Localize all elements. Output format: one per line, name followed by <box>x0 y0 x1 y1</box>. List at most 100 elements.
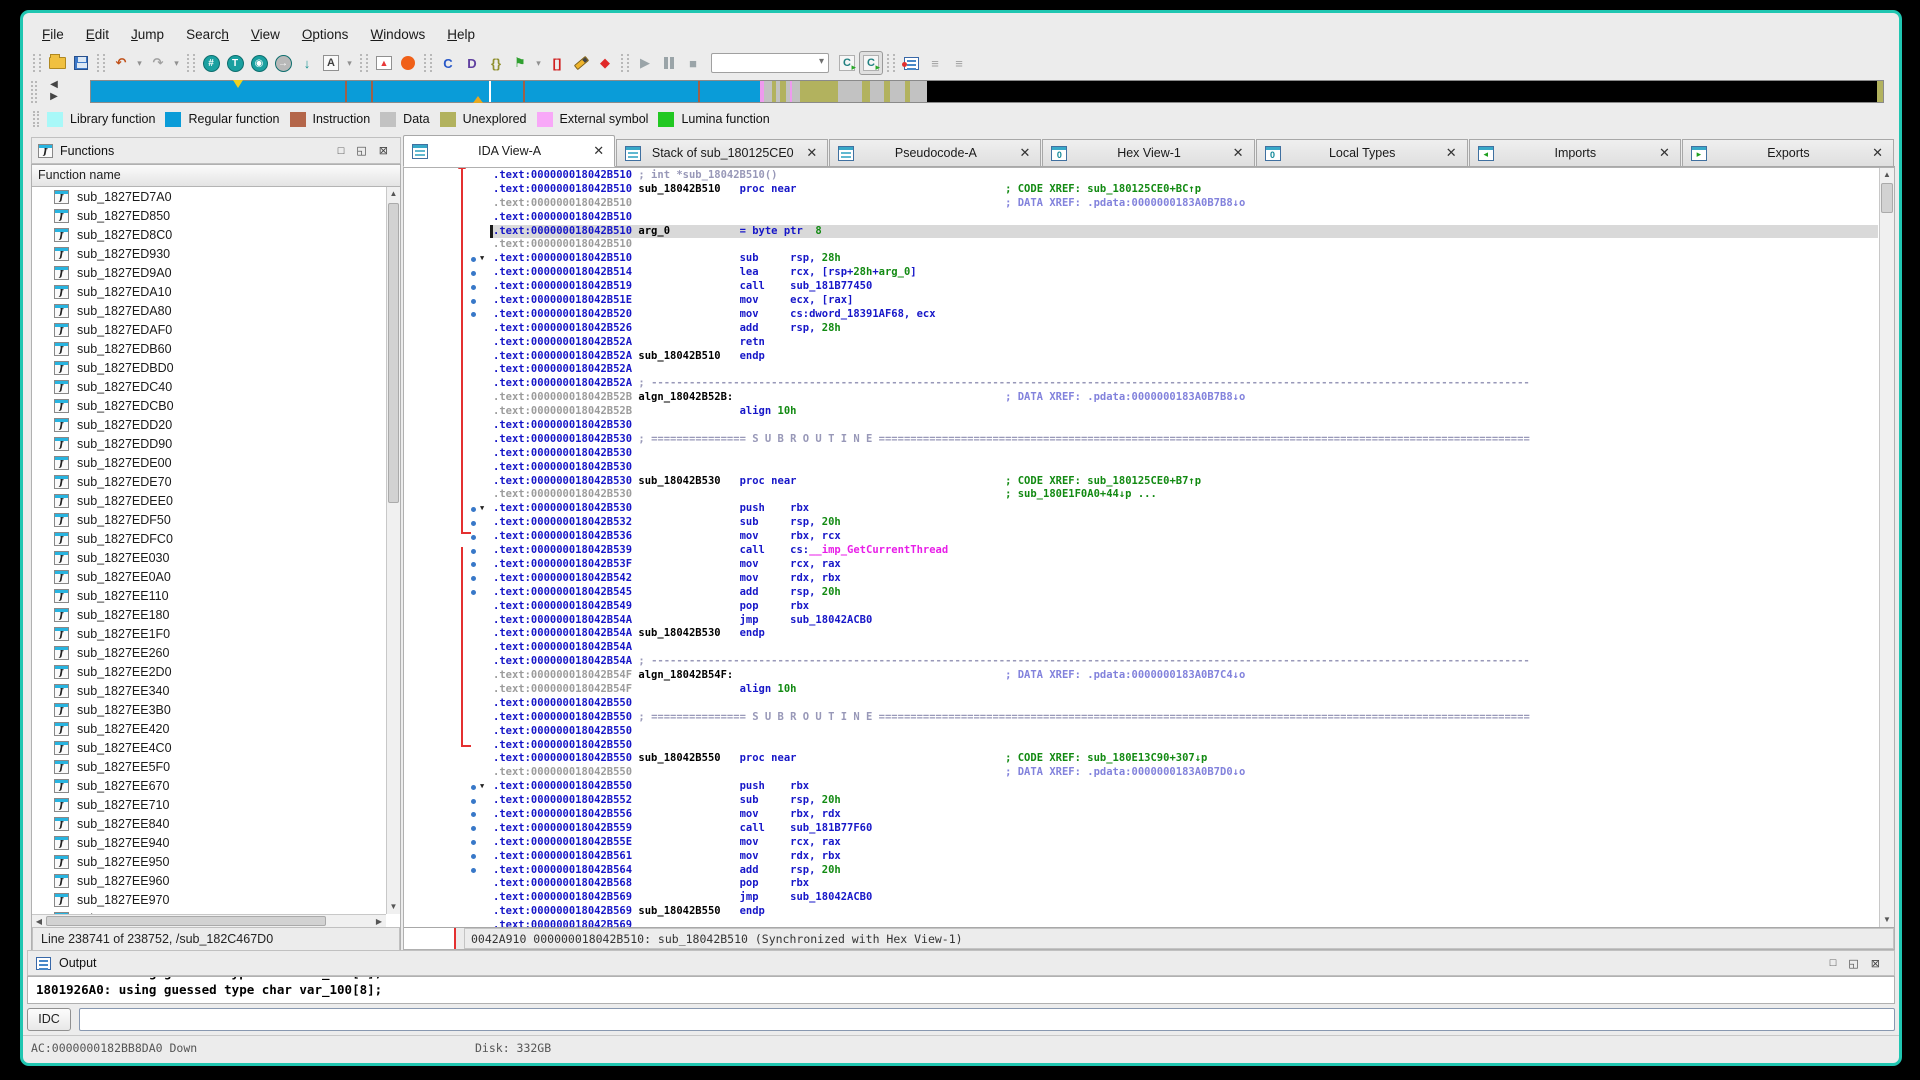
disasm-line[interactable]: .text:000000018042B530 ; sub_180E1F0A0+4… <box>493 488 1878 502</box>
scroll-down-icon[interactable]: ▼ <box>387 900 400 914</box>
band-segment[interactable] <box>927 81 1877 102</box>
disasm-line[interactable]: .text:000000018042B54A sub_18042B530 end… <box>493 627 1878 641</box>
menu-options[interactable]: Options <box>291 24 360 45</box>
jump-address-button-icon[interactable]: → <box>271 51 295 75</box>
function-list-item[interactable]: fsub_1827ED8C0 <box>32 225 386 244</box>
disasm-line[interactable]: .text:000000018042B568 pop rbx <box>493 877 1878 891</box>
band-segment[interactable] <box>764 81 772 102</box>
function-list-item[interactable]: fsub_1827ED850 <box>32 206 386 225</box>
disasm-line[interactable]: .text:000000018042B52B algn_18042B52B: ;… <box>493 391 1878 405</box>
disasm-line[interactable]: .text:000000018042B54A ; ---------------… <box>493 655 1878 669</box>
jump-forward-dropdown-icon[interactable]: ▾ <box>170 51 183 75</box>
start-process-button-icon[interactable]: ▶ <box>633 51 657 75</box>
band-segment[interactable] <box>838 81 862 102</box>
disasm-line[interactable]: .text:000000018042B549 pop rbx <box>493 600 1878 614</box>
disasm-line[interactable]: .text:000000018042B54A jmp sub_18042ACB0 <box>493 614 1878 628</box>
band-segment[interactable] <box>890 81 905 102</box>
output-maximize-button[interactable]: □ <box>1824 957 1843 969</box>
step-into-button-icon[interactable]: C <box>835 51 859 75</box>
tab-imports[interactable]: ◂Imports✕ <box>1469 139 1681 167</box>
disasm-line[interactable]: ▼.text:000000018042B530 push rbx <box>493 502 1878 516</box>
menu-view[interactable]: View <box>240 24 291 45</box>
function-list-item[interactable]: fsub_1827EE670 <box>32 776 386 795</box>
band-segment[interactable] <box>91 81 760 102</box>
function-list-item[interactable]: fsub_1827EE3B0 <box>32 700 386 719</box>
function-list-item[interactable]: fsub_1827EE5F0 <box>32 757 386 776</box>
functions-close-button[interactable]: ⊠ <box>373 144 394 157</box>
functions-maximize-button[interactable]: □ <box>332 145 351 157</box>
disasm-line[interactable]: .text:000000018042B52B align 10h <box>493 405 1878 419</box>
function-list-item[interactable]: fsub_1827EDCB0 <box>32 396 386 415</box>
trace-list-button-icon[interactable]: ≡ <box>923 51 947 75</box>
function-list-item[interactable]: fsub_1827EDD90 <box>32 434 386 453</box>
record-button-icon[interactable] <box>396 51 420 75</box>
edit-pencil-button-icon[interactable] <box>569 51 593 75</box>
step-over-button-icon[interactable]: C <box>859 51 883 75</box>
tab-close-icon[interactable]: ✕ <box>1444 145 1459 161</box>
disasm-line[interactable]: .text:000000018042B514 lea rcx, [rsp+28h… <box>493 266 1878 280</box>
function-list-item[interactable]: fsub_1827EDE00 <box>32 453 386 472</box>
disasm-line[interactable]: .text:000000018042B569 sub_18042B550 end… <box>493 905 1878 919</box>
output-titlebar[interactable]: Output □ ◱ ⊠ <box>27 950 1895 976</box>
disasm-line[interactable]: .text:000000018042B510 arg_0 = byte ptr … <box>493 225 1878 239</box>
braces-button-icon[interactable]: {} <box>484 51 508 75</box>
function-list-item[interactable]: fsub_1827EE030 <box>32 548 386 567</box>
tab-close-icon[interactable]: ✕ <box>804 145 819 161</box>
functions-vertical-scrollbar[interactable]: ▲ ▼ <box>386 187 400 914</box>
tab-close-icon[interactable]: ✕ <box>1870 145 1885 161</box>
function-list-item[interactable]: fsub_1827EE1F0 <box>32 624 386 643</box>
disasm-line[interactable]: .text:000000018042B550 <box>493 739 1878 753</box>
output-window-button-icon[interactable] <box>899 51 923 75</box>
disasm-line[interactable]: .text:000000018042B520 mov cs:dword_1839… <box>493 308 1878 322</box>
disasm-line[interactable]: .text:000000018042B532 sub rsp, 20h <box>493 516 1878 530</box>
disasm-line[interactable]: .text:000000018042B55E mov rcx, rax <box>493 836 1878 850</box>
ascii-button-icon[interactable]: A <box>319 51 343 75</box>
tab-hex-view-1[interactable]: 0Hex View-1✕ <box>1042 139 1254 167</box>
disasm-line[interactable]: .text:000000018042B510 ; int *sub_18042B… <box>493 169 1878 183</box>
navband-toggle-button-icon[interactable]: ▲ <box>372 51 396 75</box>
output-close-button[interactable]: ⊠ <box>1865 957 1886 970</box>
disasm-line[interactable]: .text:000000018042B550 <box>493 725 1878 739</box>
functions-float-button[interactable]: ◱ <box>350 144 372 157</box>
disasm-line[interactable]: .text:000000018042B556 mov rbx, rdx <box>493 808 1878 822</box>
disasm-line[interactable]: .text:000000018042B530 ; ===============… <box>493 433 1878 447</box>
pause-process-button-icon[interactable] <box>657 51 681 75</box>
function-list-item[interactable]: fsub_1827EE260 <box>32 643 386 662</box>
menu-jump[interactable]: Jump <box>120 24 175 45</box>
disasm-line[interactable]: .text:000000018042B550 sub_18042B550 pro… <box>493 752 1878 766</box>
scroll-down-icon[interactable]: ▼ <box>1880 913 1894 927</box>
trace-insn-button-icon[interactable]: ≡ <box>947 51 971 75</box>
function-list-item[interactable]: fsub_1827ED9A0 <box>32 263 386 282</box>
navband-grip-icon[interactable] <box>31 81 37 103</box>
function-list-item[interactable]: fsub_1827EE970 <box>32 890 386 909</box>
disasm-line[interactable]: .text:000000018042B530 sub_18042B530 pro… <box>493 475 1878 489</box>
flag-dropdown-icon[interactable]: ▾ <box>532 51 545 75</box>
functions-scrollbar-thumb[interactable] <box>388 203 399 503</box>
disasm-line[interactable]: .text:000000018042B54F align 10h <box>493 683 1878 697</box>
disasm-line[interactable]: .text:000000018042B539 call cs:__imp_Get… <box>493 544 1878 558</box>
function-list-item[interactable]: fsub_1827EDBD0 <box>32 358 386 377</box>
disasm-line[interactable]: .text:000000018042B530 <box>493 461 1878 475</box>
disasm-line[interactable]: .text:000000018042B552 sub rsp, 20h <box>493 794 1878 808</box>
disassembly-listing[interactable]: .text:000000018042B510 ; int *sub_18042B… <box>493 169 1878 927</box>
function-list-item[interactable]: fsub_1827ED930 <box>32 244 386 263</box>
function-list-item[interactable]: fsub_1827EE960 <box>32 871 386 890</box>
disasm-line[interactable]: .text:000000018042B550 ; ===============… <box>493 711 1878 725</box>
disasm-line[interactable]: .text:000000018042B519 call sub_181B7745… <box>493 280 1878 294</box>
function-list-item[interactable]: fsub_1827EDAF0 <box>32 320 386 339</box>
navband-scroll-right-button[interactable]: ▶ <box>45 91 63 103</box>
function-list-item[interactable]: fsub_1827EDE70 <box>32 472 386 491</box>
band-segment[interactable] <box>910 81 927 102</box>
function-list-item[interactable]: fsub_1827EDA80 <box>32 301 386 320</box>
disasm-line[interactable]: .text:000000018042B550 ; DATA XREF: .pda… <box>493 766 1878 780</box>
disasm-line[interactable]: .text:000000018042B52A <box>493 363 1878 377</box>
tab-stack-of-sub-180125ce0[interactable]: Stack of sub_180125CE0✕ <box>616 139 828 167</box>
menu-windows[interactable]: Windows <box>359 24 436 45</box>
function-list-item[interactable]: fsub_1827EDFC0 <box>32 529 386 548</box>
disasm-line[interactable]: .text:000000018042B54F algn_18042B54F: ;… <box>493 669 1878 683</box>
disasm-line[interactable]: .text:000000018042B510 ; DATA XREF: .pda… <box>493 197 1878 211</box>
fold-triangle-icon[interactable]: ▼ <box>480 252 484 266</box>
menu-help[interactable]: Help <box>436 24 486 45</box>
function-list-item[interactable]: fsub_1827EDA10 <box>32 282 386 301</box>
disasm-line[interactable]: .text:000000018042B526 add rsp, 28h <box>493 322 1878 336</box>
